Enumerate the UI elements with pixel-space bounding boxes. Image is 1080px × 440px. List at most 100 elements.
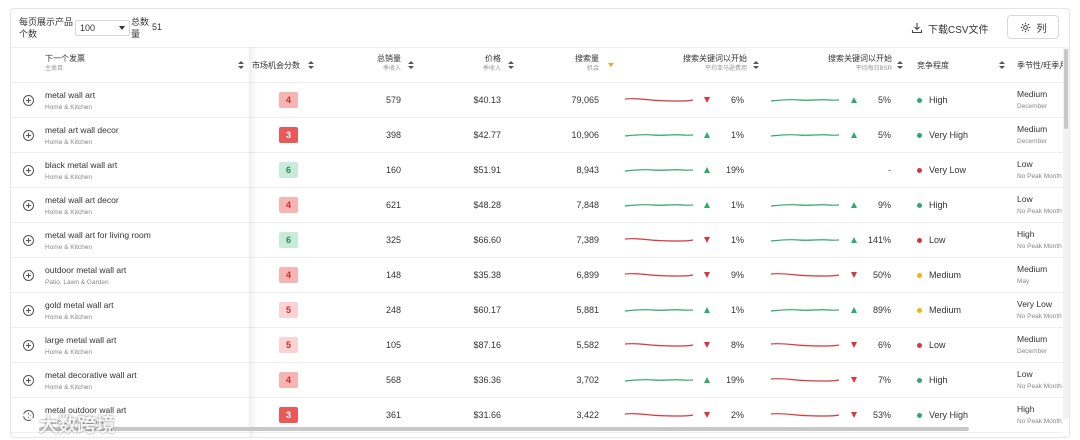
table-row[interactable]: large metal wall art Home & Kitchen 5 10… bbox=[11, 328, 1063, 363]
table-row[interactable]: metal wall art decor Home & Kitchen 4 62… bbox=[11, 188, 1063, 223]
search-volume: 7,848 bbox=[576, 200, 599, 210]
category: Home & Kitchen bbox=[45, 104, 92, 111]
header-search-sub: 机会 bbox=[586, 66, 599, 72]
trend-up-icon bbox=[851, 237, 857, 243]
table-toolbar: 每页展示产品个数 100 总数量 51 下载CSV文件 列 bbox=[11, 9, 1069, 47]
expand-row-icon[interactable] bbox=[23, 130, 34, 141]
table-row[interactable]: black metal wall art Home & Kitchen 6 16… bbox=[11, 153, 1063, 188]
keyword[interactable]: large metal wall art bbox=[45, 335, 116, 345]
table-row[interactable]: metal wall art for living room Home & Ki… bbox=[11, 223, 1063, 258]
trend-fee-percent: 6% bbox=[730, 95, 744, 105]
peak-month: No Peak Month bbox=[1017, 383, 1062, 390]
per-page-label: 每页展示产品个数 bbox=[19, 17, 74, 39]
header-trend-fee[interactable]: 搜索关键词以开始 平均亚马逊费用 bbox=[651, 54, 747, 74]
trend-bsr-percent: 6% bbox=[877, 340, 891, 350]
table-row[interactable]: metal decorative wall art Home & Kitchen… bbox=[11, 363, 1063, 398]
trend-sparkline bbox=[625, 412, 693, 417]
header-search-label: 搜索量 bbox=[575, 54, 599, 63]
search-volume: 79,065 bbox=[571, 95, 599, 105]
download-csv-button[interactable]: 下载CSV文件 bbox=[911, 19, 989, 37]
header-seasonality[interactable]: 季节性/旺季月 bbox=[1017, 61, 1067, 71]
keyword[interactable]: gold metal wall art bbox=[45, 300, 114, 310]
keyword[interactable]: metal art wall decor bbox=[45, 125, 119, 135]
sort-sales-icon[interactable] bbox=[408, 61, 414, 70]
seasonality: High bbox=[1017, 404, 1035, 414]
total-sales: 248 bbox=[385, 305, 401, 315]
peak-month: December bbox=[1017, 348, 1047, 355]
per-page-select[interactable]: 100 bbox=[75, 20, 130, 36]
peak-month: No Peak Month bbox=[1017, 313, 1062, 320]
sort-score-icon[interactable] bbox=[308, 61, 314, 70]
header-sales[interactable]: 总销量 季收入 bbox=[351, 54, 401, 74]
sort-price-icon[interactable] bbox=[508, 61, 514, 70]
header-keyword-sub: 主类目 bbox=[45, 66, 64, 72]
header-price[interactable]: 价格 季收入 bbox=[451, 54, 501, 74]
sort-trend-bsr-icon[interactable] bbox=[897, 61, 903, 70]
total-sales: 621 bbox=[385, 200, 401, 210]
total-sales: 361 bbox=[385, 410, 401, 420]
expand-row-icon[interactable] bbox=[23, 340, 34, 351]
trend-sparkline bbox=[625, 203, 693, 207]
competition-level: High bbox=[929, 200, 948, 210]
header-search-volume[interactable]: 搜索量 机会 bbox=[551, 54, 599, 74]
expand-row-icon[interactable] bbox=[23, 375, 34, 386]
expand-row-icon[interactable] bbox=[23, 235, 34, 246]
keyword[interactable]: outdoor metal wall art bbox=[45, 265, 126, 275]
expand-row-icon[interactable] bbox=[23, 165, 34, 176]
expand-row-icon[interactable] bbox=[23, 95, 34, 106]
trend-up-icon bbox=[704, 132, 710, 138]
peak-month: No Peak Month bbox=[1017, 418, 1062, 425]
opportunity-score-badge: 4 bbox=[279, 197, 298, 213]
search-volume: 5,582 bbox=[576, 340, 599, 350]
keyword[interactable]: metal wall art for living room bbox=[45, 230, 151, 240]
horizontal-scrollbar-thumb[interactable] bbox=[39, 427, 969, 431]
price: $87.16 bbox=[473, 340, 501, 350]
keyword[interactable]: black metal wall art bbox=[45, 160, 117, 170]
sort-keyword-icon[interactable] bbox=[238, 61, 244, 70]
keyword[interactable]: metal wall art bbox=[45, 90, 95, 100]
total-sales: 579 bbox=[385, 95, 401, 105]
table-row[interactable]: outdoor metal wall art Patio, Lawn & Gar… bbox=[11, 258, 1063, 293]
expand-row-icon[interactable] bbox=[23, 200, 34, 211]
sort-competition-icon[interactable] bbox=[999, 61, 1005, 70]
watermark-logo: 大数跨境 bbox=[15, 409, 155, 437]
vertical-scrollbar-thumb[interactable] bbox=[1064, 49, 1068, 129]
trend-sparkline bbox=[625, 97, 693, 102]
table-row[interactable]: metal wall art Home & Kitchen 4 579 $40.… bbox=[11, 83, 1063, 118]
peak-month: December bbox=[1017, 138, 1047, 145]
frozen-column-shadow bbox=[249, 47, 257, 437]
category: Home & Kitchen bbox=[45, 314, 92, 321]
search-volume: 8,943 bbox=[576, 165, 599, 175]
seasonality: Medium bbox=[1017, 334, 1048, 344]
seasonality: Very Low bbox=[1017, 299, 1052, 309]
columns-button[interactable]: 列 bbox=[1007, 15, 1059, 39]
trend-sparkline bbox=[625, 342, 693, 347]
header-score[interactable]: 市场机会分数 bbox=[252, 61, 300, 71]
expand-row-icon[interactable] bbox=[23, 305, 34, 316]
table-row[interactable]: metal art wall decor Home & Kitchen 3 39… bbox=[11, 118, 1063, 153]
total-sales: 148 bbox=[385, 270, 401, 280]
trend-up-icon bbox=[851, 202, 857, 208]
trend-down-icon bbox=[704, 272, 710, 278]
header-competition[interactable]: 竞争程度 bbox=[917, 61, 949, 71]
opportunity-score-badge: 5 bbox=[279, 337, 298, 353]
sort-desc-icon[interactable] bbox=[608, 63, 614, 67]
search-volume: 6,899 bbox=[576, 270, 599, 280]
keyword[interactable]: metal wall art decor bbox=[45, 195, 119, 205]
seasonality: Medium bbox=[1017, 89, 1048, 99]
keyword[interactable]: metal decorative wall art bbox=[45, 370, 137, 380]
header-price-sub: 季收入 bbox=[482, 66, 501, 72]
competition-dot bbox=[917, 413, 922, 418]
competition-level: High bbox=[929, 375, 948, 385]
sort-trend-fee-icon[interactable] bbox=[753, 61, 759, 70]
trend-fee-percent: 8% bbox=[730, 340, 744, 350]
trend-sparkline bbox=[625, 168, 693, 172]
trend-down-icon bbox=[704, 342, 710, 348]
competition-dot bbox=[917, 98, 922, 103]
vertical-scrollbar[interactable] bbox=[1063, 47, 1069, 419]
table-row[interactable]: gold metal wall art Home & Kitchen 5 248… bbox=[11, 293, 1063, 328]
trend-bsr-percent: 5% bbox=[877, 130, 891, 140]
expand-row-icon[interactable] bbox=[23, 270, 34, 281]
header-trend-bsr[interactable]: 搜索关键词以开始 平均每日BSR bbox=[796, 54, 892, 74]
header-keyword[interactable]: 下一个发票 主类目 bbox=[45, 54, 85, 74]
